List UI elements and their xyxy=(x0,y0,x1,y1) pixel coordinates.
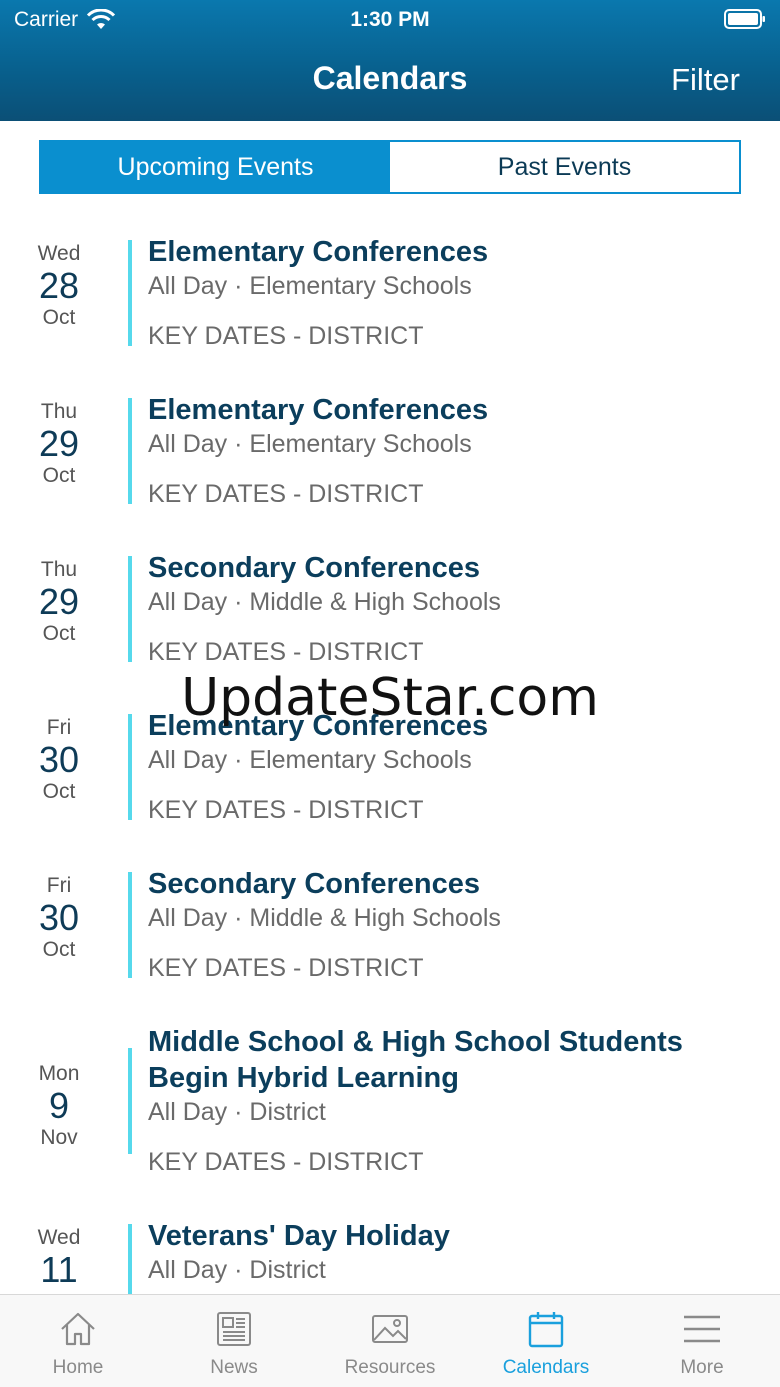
event-title: Elementary Conferences xyxy=(148,394,489,426)
event-details: Secondary Conferences All Day · Middle &… xyxy=(148,866,750,984)
event-title: Secondary Conferences xyxy=(148,868,481,900)
event-accent-bar xyxy=(128,240,132,346)
event-details: Elementary Conferences All Day · Element… xyxy=(148,708,750,826)
tab-news[interactable]: News xyxy=(156,1295,312,1387)
event-month: Oct xyxy=(42,621,76,645)
event-details: Middle School & High School Students Beg… xyxy=(148,1024,750,1178)
event-weekday: Thu xyxy=(40,400,78,423)
status-time: 1:30 PM xyxy=(350,8,430,31)
event-day: 29 xyxy=(38,581,80,622)
home-icon xyxy=(61,1312,95,1346)
tab-calendars[interactable]: Calendars xyxy=(468,1295,624,1387)
event-list: Wed 28 Oct Elementary Conferences All Da… xyxy=(0,222,780,1294)
event-accent-bar xyxy=(128,1224,132,1294)
event-weekday: Mon xyxy=(38,1062,80,1085)
event-accent-bar xyxy=(128,714,132,820)
event-weekday: Wed xyxy=(37,1226,81,1249)
event-date: Thu 29 Oct xyxy=(0,558,118,646)
tab-label: More xyxy=(680,1357,724,1378)
tab-resources[interactable]: Resources xyxy=(312,1295,468,1387)
event-date: Fri 30 Oct xyxy=(0,874,118,962)
event-meta: All Day · Middle & High Schools xyxy=(148,904,501,932)
app-header: Carrier 1:30 PM Calendars Filter xyxy=(0,0,780,121)
event-day: 11 xyxy=(40,1249,78,1290)
event-title: Middle School & High School Students Beg… xyxy=(148,1024,750,1096)
tab-label: Calendars xyxy=(502,1357,590,1378)
event-weekday: Thu xyxy=(40,558,78,581)
event-calendar: KEY DATES - DISTRICT xyxy=(148,638,424,666)
event-details: Elementary Conferences All Day · Element… xyxy=(148,234,750,352)
event-date: Mon 9 Nov xyxy=(0,1062,118,1150)
tab-label: Resources xyxy=(344,1357,436,1378)
event-calendar: KEY DATES - DISTRICT xyxy=(148,322,424,350)
tab-label: Home xyxy=(52,1357,104,1378)
page-title: Calendars xyxy=(312,60,468,96)
tab-label: News xyxy=(210,1357,258,1378)
event-day: 29 xyxy=(38,423,80,464)
event-weekday: Fri xyxy=(46,874,72,897)
event-meta: All Day · Elementary Schools xyxy=(148,272,472,300)
event-accent-bar xyxy=(128,398,132,504)
event-meta: All Day · Elementary Schools xyxy=(148,746,472,774)
event-calendar: KEY DATES - DISTRICT xyxy=(148,796,424,824)
event-meta: All Day · Elementary Schools xyxy=(148,430,472,458)
event-accent-bar xyxy=(128,556,132,662)
event-day: 28 xyxy=(38,265,80,306)
image-icon xyxy=(372,1315,408,1343)
event-accent-bar xyxy=(128,872,132,978)
event-title-line: Begin Hybrid Learning xyxy=(148,1062,459,1094)
event-meta: All Day · District xyxy=(148,1256,326,1284)
event-details: Elementary Conferences All Day · Element… xyxy=(148,392,750,510)
event-calendar: KEY DATES - DISTRICT xyxy=(148,954,424,982)
event-date: Wed 28 Oct xyxy=(0,242,118,330)
event-title: Elementary Conferences xyxy=(148,710,489,742)
event-month: Nov xyxy=(40,1125,78,1149)
event-month: Oct xyxy=(42,937,76,961)
battery-icon xyxy=(724,9,765,29)
event-month: Oct xyxy=(42,779,76,803)
event-title: Secondary Conferences xyxy=(148,552,481,584)
event-accent-bar xyxy=(128,1048,132,1154)
menu-icon xyxy=(684,1315,720,1343)
event-month: Oct xyxy=(42,463,76,487)
event-details: Secondary Conferences All Day · Middle &… xyxy=(148,550,750,668)
status-bar: Carrier 1:30 PM xyxy=(0,0,780,40)
tab-more[interactable]: More xyxy=(624,1295,780,1387)
event-month: Oct xyxy=(42,305,76,329)
event-title: Veterans' Day Holiday xyxy=(148,1220,450,1252)
events-segmented-control: Upcoming Events Past Events xyxy=(39,140,741,194)
event-day: 30 xyxy=(38,739,80,780)
event-meta: All Day · Middle & High Schools xyxy=(148,588,501,616)
event-title-line: Middle School & High School Students xyxy=(148,1026,683,1058)
event-date: Fri 30 Oct xyxy=(0,716,118,804)
newspaper-icon xyxy=(217,1312,251,1346)
event-meta: All Day · District xyxy=(148,1098,326,1126)
event-weekday: Wed xyxy=(37,242,81,265)
event-day: 9 xyxy=(48,1085,70,1126)
event-date: Wed 11 xyxy=(0,1226,118,1290)
tab-upcoming-events[interactable]: Upcoming Events xyxy=(41,142,390,192)
event-weekday: Fri xyxy=(46,716,72,739)
event-title: Elementary Conferences xyxy=(148,236,489,268)
calendar-icon xyxy=(528,1312,564,1348)
event-calendar: KEY DATES - DISTRICT xyxy=(148,480,424,508)
event-day: 30 xyxy=(38,897,80,938)
tab-past-events[interactable]: Past Events xyxy=(390,142,739,192)
tab-home[interactable]: Home xyxy=(0,1295,156,1387)
event-details: Veterans' Day Holiday All Day · District xyxy=(148,1218,750,1286)
event-date: Thu 29 Oct xyxy=(0,400,118,488)
tab-bar: Home News Resources Calendars More xyxy=(0,1294,780,1387)
filter-button[interactable]: Filter xyxy=(671,62,740,98)
event-calendar: KEY DATES - DISTRICT xyxy=(148,1148,424,1176)
